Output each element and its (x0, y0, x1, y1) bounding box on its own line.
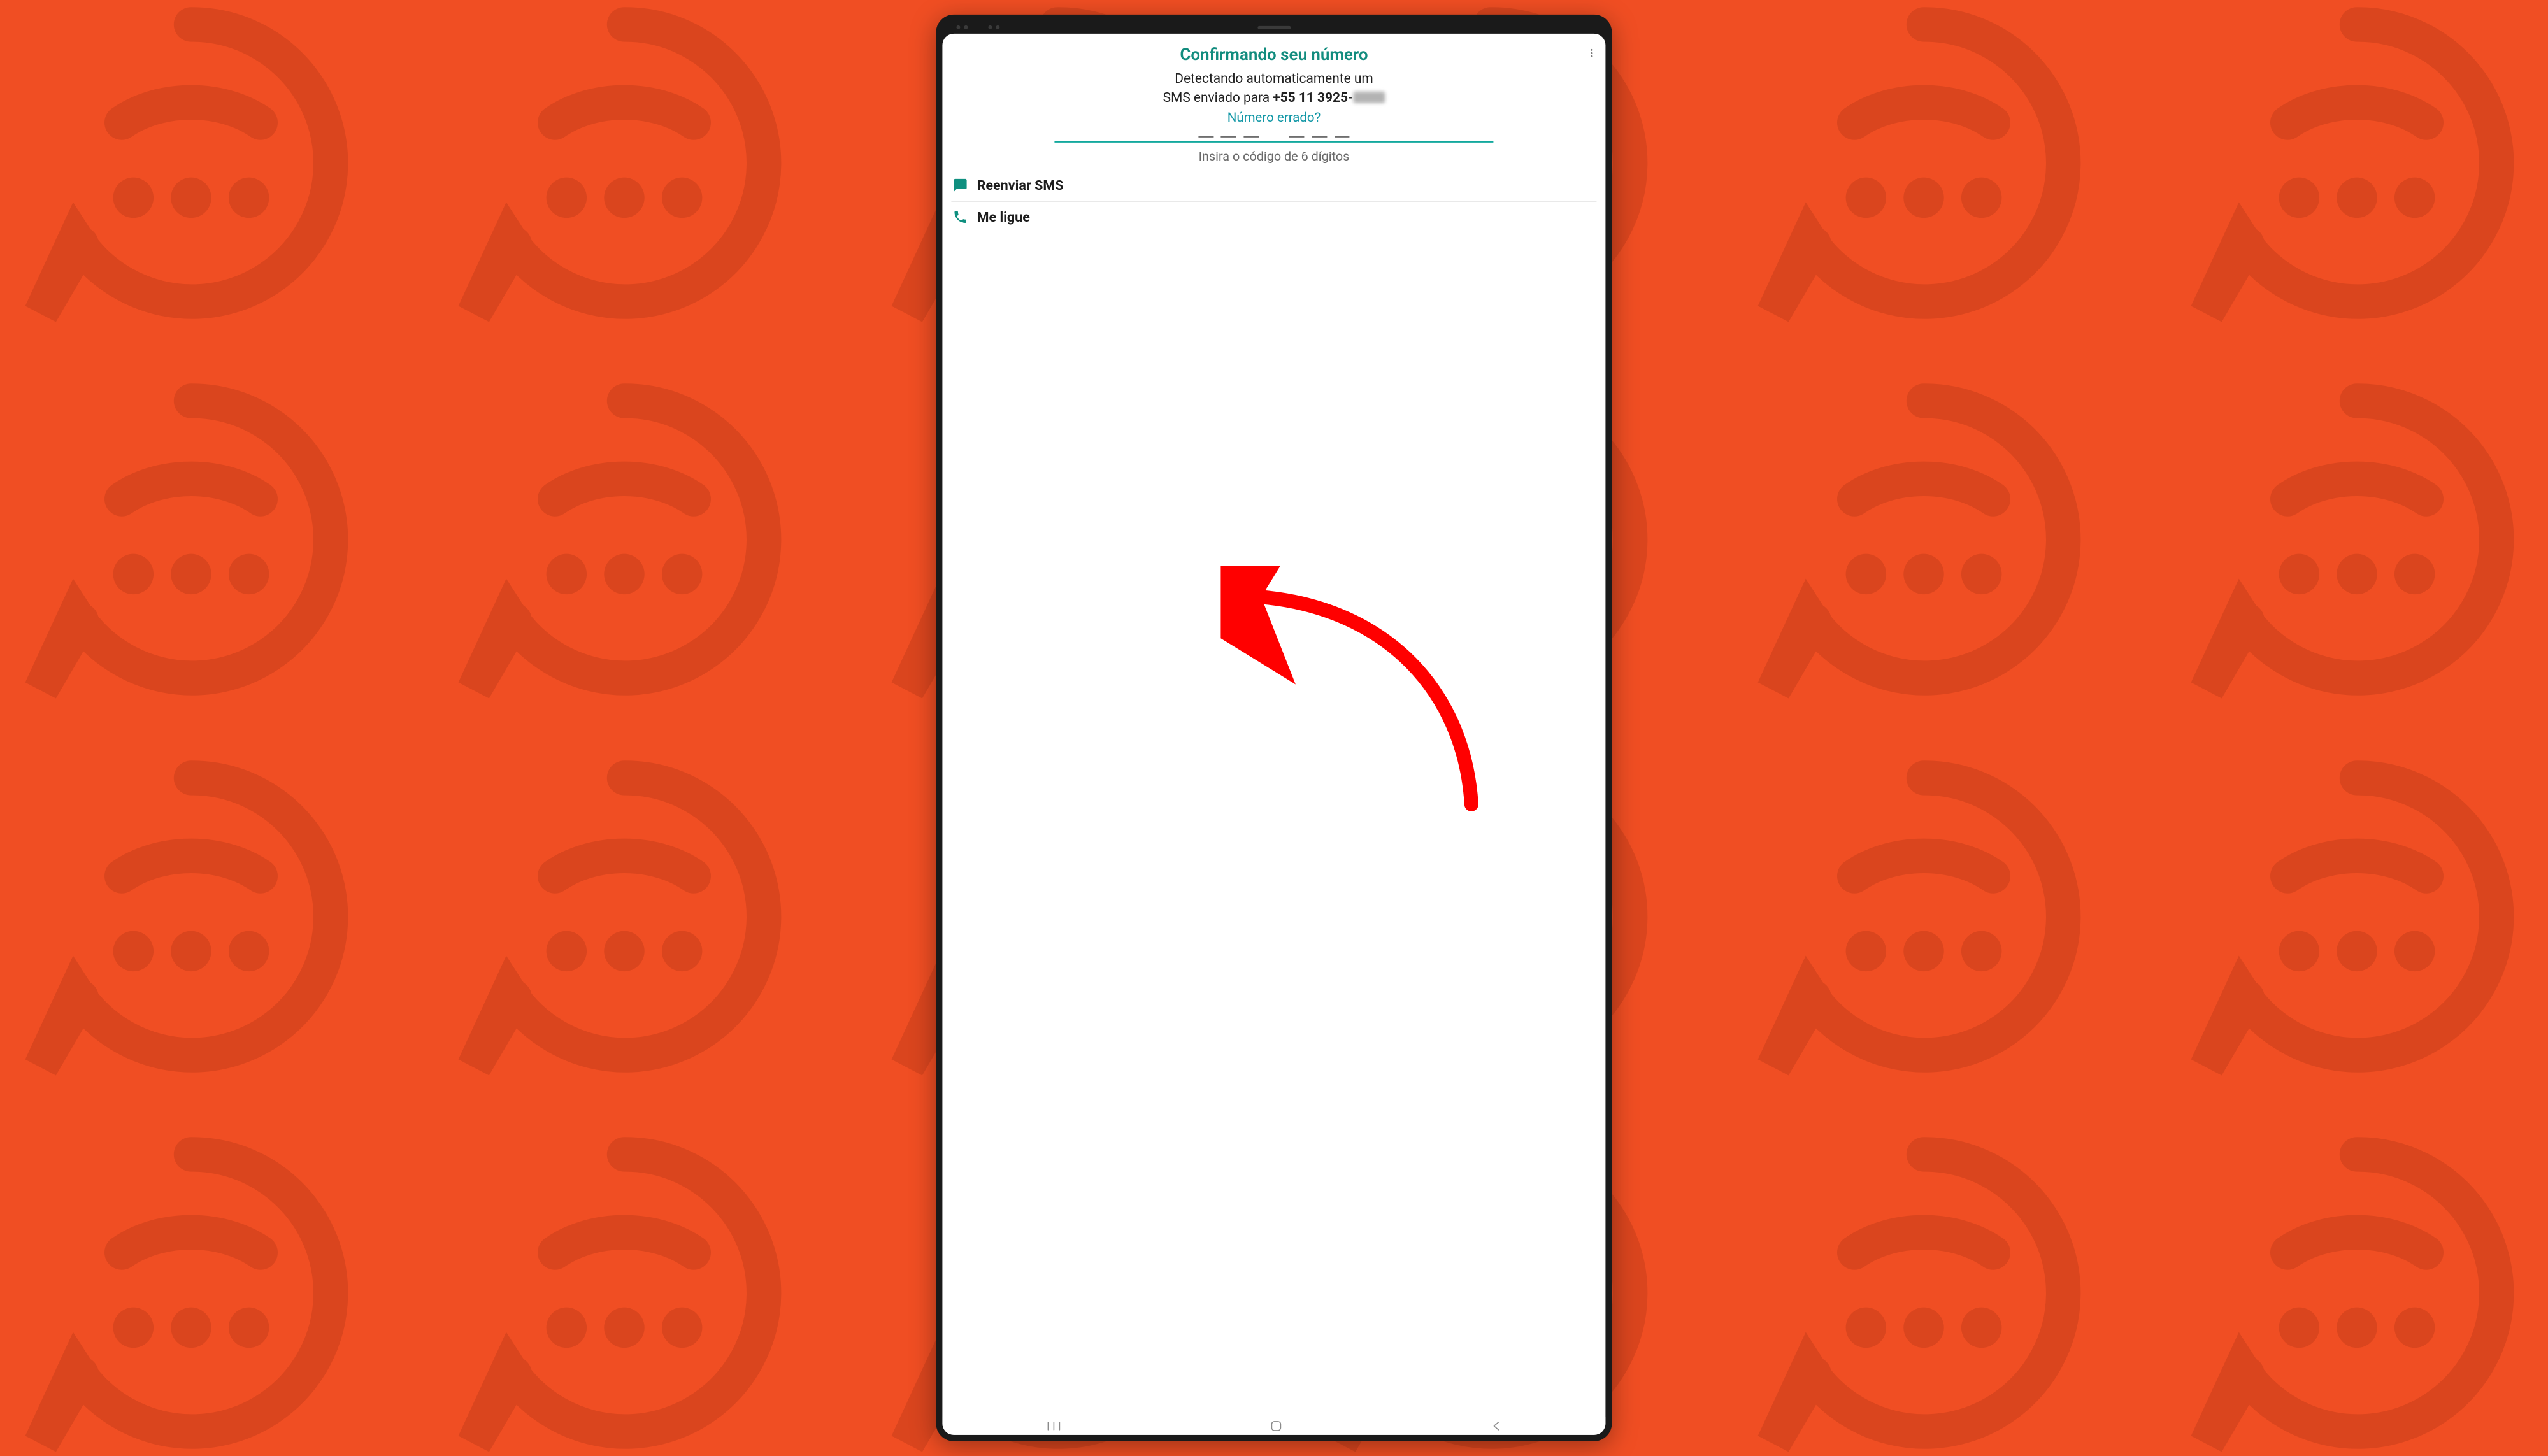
code-underline (1055, 141, 1494, 143)
phone-mockup: Confirmando seu número Detectando automa… (936, 15, 1612, 1441)
detect-sms-message: Detectando automaticamente um SMS enviad… (951, 69, 1596, 127)
annotation-arrow (1221, 566, 1526, 846)
phone-number-redacted (1353, 91, 1385, 103)
verification-code-input[interactable] (1055, 136, 1494, 143)
sms-icon (952, 178, 968, 193)
message-line2-prefix: SMS enviado para (1163, 90, 1273, 106)
phone-sensors (956, 25, 968, 29)
nav-home-button[interactable] (1261, 1418, 1291, 1434)
wrong-number-link[interactable]: Número errado? (1227, 109, 1321, 124)
phone-number: +55 11 3925- (1273, 90, 1353, 106)
phone-bezel-top (942, 21, 1605, 34)
code-hint: Insira o código de 6 dígitos (951, 149, 1596, 164)
phone-sensors (988, 25, 999, 29)
android-navbar (942, 1417, 1605, 1435)
call-me-label: Me ligue (977, 210, 1030, 225)
phone-icon (952, 210, 968, 225)
page-title: Confirmando seu número (1180, 45, 1368, 64)
verification-options: Reenviar SMS Me ligue (951, 170, 1596, 233)
resend-sms-label: Reenviar SMS (977, 178, 1064, 194)
tutorial-slide: Confirmando seu número Detectando automa… (0, 0, 2548, 1456)
nav-recents-button[interactable] (1038, 1419, 1069, 1433)
nav-back-button[interactable] (1483, 1418, 1510, 1434)
code-placeholder-dashes (1055, 136, 1494, 141)
resend-sms-option[interactable]: Reenviar SMS (951, 170, 1596, 202)
message-line1: Detectando automaticamente um (1175, 71, 1373, 87)
more-vertical-icon[interactable] (1589, 46, 1596, 60)
phone-screen: Confirmando seu número Detectando automa… (942, 34, 1605, 1435)
call-me-option[interactable]: Me ligue (951, 202, 1596, 233)
phone-speaker (1257, 25, 1291, 29)
